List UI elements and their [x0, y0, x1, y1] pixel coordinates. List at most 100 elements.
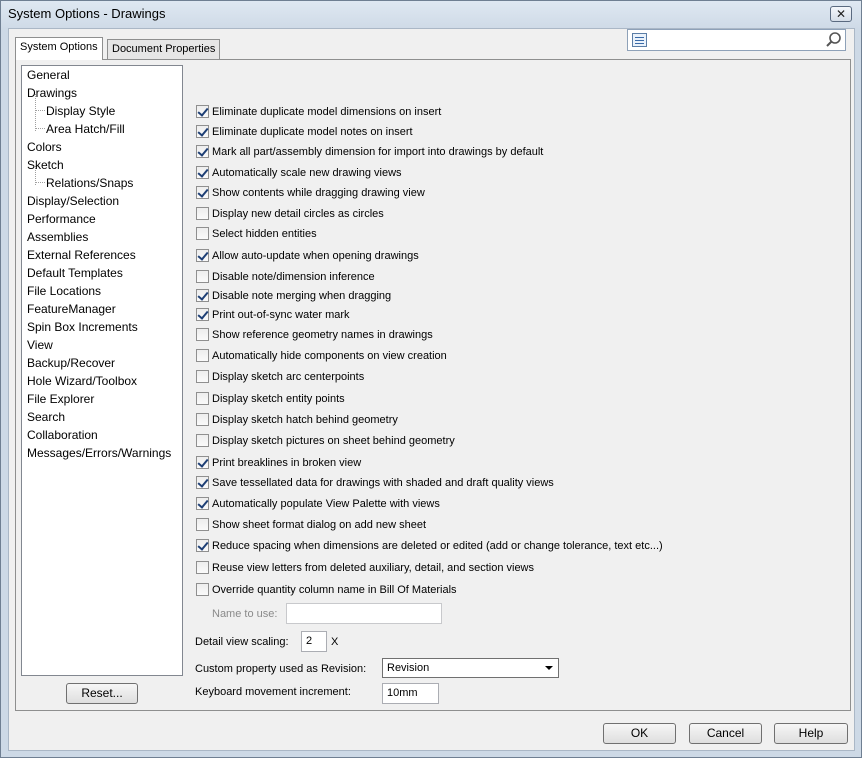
option-row[interactable]: Mark all part/assembly dimension for imp…: [196, 145, 543, 159]
tree-item-drawings[interactable]: Drawings: [27, 84, 77, 102]
cancel-button[interactable]: Cancel: [689, 723, 762, 744]
option-checkbox[interactable]: [196, 456, 209, 469]
option-row[interactable]: Reuse view letters from deleted auxiliar…: [196, 561, 534, 575]
option-row[interactable]: Automatically populate View Palette with…: [196, 497, 440, 511]
option-row[interactable]: Disable note/dimension inference: [196, 270, 375, 284]
tree-item-area-hatch-fill[interactable]: Area Hatch/Fill: [46, 120, 125, 138]
ok-button[interactable]: OK: [603, 723, 676, 744]
option-row[interactable]: Display new detail circles as circles: [196, 207, 384, 221]
option-checkbox[interactable]: [196, 413, 209, 426]
tree-item-hole-wizard-toolbox[interactable]: Hole Wizard/Toolbox: [27, 372, 137, 390]
option-checkbox[interactable]: [196, 105, 209, 118]
option-label: Show sheet format dialog on add new shee…: [212, 519, 427, 531]
tree-item-spin-box-increments[interactable]: Spin Box Increments: [27, 318, 138, 336]
tree-item-performance[interactable]: Performance: [27, 210, 96, 228]
option-row[interactable]: Eliminate duplicate model dimensions on …: [196, 105, 441, 119]
tree-item-search[interactable]: Search: [27, 408, 65, 426]
option-checkbox[interactable]: [196, 497, 209, 510]
option-row[interactable]: Display sketch hatch behind geometry: [196, 413, 398, 427]
tree-item-backup-recover[interactable]: Backup/Recover: [27, 354, 115, 372]
tree-item-external-references[interactable]: External References: [27, 246, 136, 264]
tab-system-options[interactable]: System Options: [15, 37, 103, 60]
tree-item-colors[interactable]: Colors: [27, 138, 62, 156]
option-label: Print breaklines in broken view: [212, 457, 362, 469]
option-row[interactable]: Disable note merging when dragging: [196, 289, 391, 303]
dialog-window: System Options - Drawings ✕ System Optio…: [0, 0, 862, 758]
option-checkbox[interactable]: [196, 370, 209, 383]
search-icon[interactable]: [825, 31, 843, 49]
option-checkbox[interactable]: [196, 518, 209, 531]
tree-item-relations-snaps[interactable]: Relations/Snaps: [46, 174, 133, 192]
tree-item-display-style[interactable]: Display Style: [46, 102, 115, 120]
option-checkbox[interactable]: [196, 186, 209, 199]
option-label: Display sketch entity points: [212, 393, 345, 405]
tree-item-view[interactable]: View: [27, 336, 53, 354]
option-row[interactable]: Show sheet format dialog on add new shee…: [196, 518, 426, 532]
option-row[interactable]: Automatically scale new drawing views: [196, 166, 402, 180]
option-label: Select hidden entities: [212, 228, 317, 240]
option-checkbox[interactable]: [196, 166, 209, 179]
detail-scaling-label: Detail view scaling:: [195, 636, 289, 648]
tab-document-properties[interactable]: Document Properties: [107, 39, 221, 59]
tree-item-general[interactable]: General: [27, 66, 70, 84]
close-icon: ✕: [835, 7, 847, 21]
tree-item-default-templates[interactable]: Default Templates: [27, 264, 123, 282]
option-checkbox[interactable]: [196, 434, 209, 447]
reset-button[interactable]: Reset...: [66, 683, 138, 704]
option-row[interactable]: Display sketch entity points: [196, 392, 345, 406]
option-checkbox[interactable]: [196, 249, 209, 262]
option-label: Show contents while dragging drawing vie…: [212, 187, 425, 199]
search-input[interactable]: [627, 29, 846, 51]
option-checkbox[interactable]: [196, 270, 209, 283]
option-checkbox[interactable]: [196, 227, 209, 240]
option-checkbox[interactable]: [196, 289, 209, 302]
tree-item-sketch[interactable]: Sketch: [27, 156, 64, 174]
option-checkbox[interactable]: [196, 561, 209, 574]
tree-item-featuremanager[interactable]: FeatureManager: [27, 300, 116, 318]
tree-item-file-explorer[interactable]: File Explorer: [27, 390, 94, 408]
option-checkbox[interactable]: [196, 349, 209, 362]
option-label: Automatically scale new drawing views: [212, 167, 402, 179]
option-checkbox[interactable]: [196, 125, 209, 138]
option-label: Show reference geometry names in drawing…: [212, 329, 433, 341]
option-row[interactable]: Reduce spacing when dimensions are delet…: [196, 539, 663, 553]
option-row[interactable]: Eliminate duplicate model notes on inser…: [196, 125, 413, 139]
option-row[interactable]: Show contents while dragging drawing vie…: [196, 186, 425, 200]
option-checkbox[interactable]: [196, 392, 209, 405]
option-checkbox[interactable]: [196, 328, 209, 341]
option-checkbox[interactable]: [196, 308, 209, 321]
option-row[interactable]: Display sketch arc centerpoints: [196, 370, 364, 384]
option-row[interactable]: Automatically hide components on view cr…: [196, 349, 447, 363]
detail-scaling-field[interactable]: 2: [301, 631, 327, 652]
option-row[interactable]: Print out-of-sync water mark: [196, 308, 350, 322]
option-row[interactable]: Select hidden entities: [196, 227, 317, 241]
tree-item-file-locations[interactable]: File Locations: [27, 282, 101, 300]
name-to-use-field[interactable]: [286, 603, 442, 624]
option-row[interactable]: Display sketch pictures on sheet behind …: [196, 434, 455, 448]
option-checkbox[interactable]: [196, 476, 209, 489]
close-button[interactable]: ✕: [830, 6, 852, 22]
title-bar[interactable]: System Options - Drawings ✕: [1, 1, 861, 27]
option-checkbox[interactable]: [196, 207, 209, 220]
option-label: Display sketch hatch behind geometry: [212, 414, 398, 426]
list-icon: [632, 33, 647, 47]
option-checkbox[interactable]: [196, 583, 209, 596]
option-row[interactable]: Show reference geometry names in drawing…: [196, 328, 433, 342]
revision-dropdown[interactable]: Revision: [382, 658, 559, 678]
option-label: Display sketch pictures on sheet behind …: [212, 435, 455, 447]
tree-item-display-selection[interactable]: Display/Selection: [27, 192, 119, 210]
help-button[interactable]: Help: [774, 723, 848, 744]
tree-item-collaboration[interactable]: Collaboration: [27, 426, 98, 444]
window-title: System Options - Drawings: [8, 6, 166, 21]
option-checkbox[interactable]: [196, 145, 209, 158]
tree-item-assemblies[interactable]: Assemblies: [27, 228, 88, 246]
option-row[interactable]: Print breaklines in broken view: [196, 456, 361, 470]
tree-item-messages-errors-warnings[interactable]: Messages/Errors/Warnings: [27, 444, 171, 462]
option-row[interactable]: Save tessellated data for drawings with …: [196, 476, 554, 490]
option-row[interactable]: Allow auto-update when opening drawings: [196, 249, 419, 263]
options-panel: General Drawings Display Style Area Hatc…: [15, 59, 851, 711]
option-label: Display sketch arc centerpoints: [212, 371, 365, 383]
option-row[interactable]: Override quantity column name in Bill Of…: [196, 583, 457, 597]
option-checkbox[interactable]: [196, 539, 209, 552]
keyboard-increment-field[interactable]: 10mm: [382, 683, 439, 704]
